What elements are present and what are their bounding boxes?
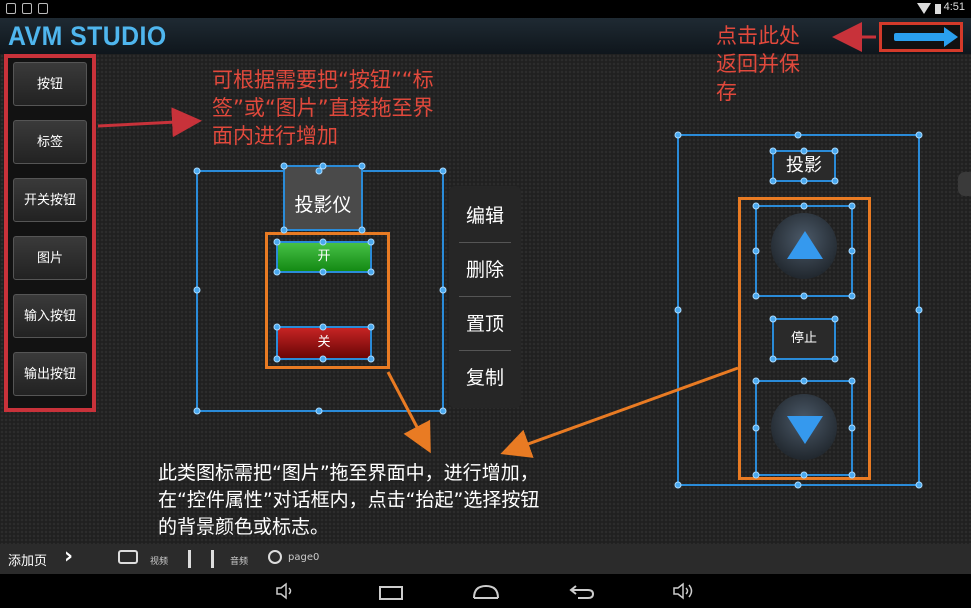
page-bar: 添加页 › 视频 音频 page0 xyxy=(0,544,971,574)
video-icon[interactable] xyxy=(118,550,138,564)
image-arrow-right xyxy=(500,366,739,458)
annotation-line: 此类图标需把“图片”拖至界面中，进行增加， xyxy=(158,462,539,484)
annotation-line: 在“控件属性”对话框内，点击“抬起”选择按钮 xyxy=(158,489,540,511)
video-label: 视频 xyxy=(150,557,169,567)
recent-apps-icon[interactable] xyxy=(378,583,404,601)
back-icon[interactable] xyxy=(568,582,596,600)
drag-arrow xyxy=(97,107,202,138)
page-icon[interactable] xyxy=(268,550,282,564)
trash-icon[interactable] xyxy=(958,172,971,196)
volume-down-icon[interactable] xyxy=(275,582,295,600)
audio-label: 音频 xyxy=(230,557,249,567)
annotation-line: 的背景颜色或标志。 xyxy=(158,516,330,538)
system-nav-bar xyxy=(0,574,971,608)
page-label: page0 xyxy=(288,552,320,563)
audio-icon[interactable] xyxy=(188,550,214,568)
home-icon[interactable] xyxy=(472,582,500,600)
image-hint-annotation: 此类图标需把“图片”拖至界面中，进行增加， 在“控件属性”对话框内，点击“抬起”… xyxy=(158,460,698,541)
add-page-button[interactable]: 添加页 xyxy=(8,550,47,569)
volume-up-icon[interactable] xyxy=(672,582,696,600)
chevron-right-icon[interactable]: › xyxy=(64,544,73,569)
image-arrow-left xyxy=(386,371,431,454)
